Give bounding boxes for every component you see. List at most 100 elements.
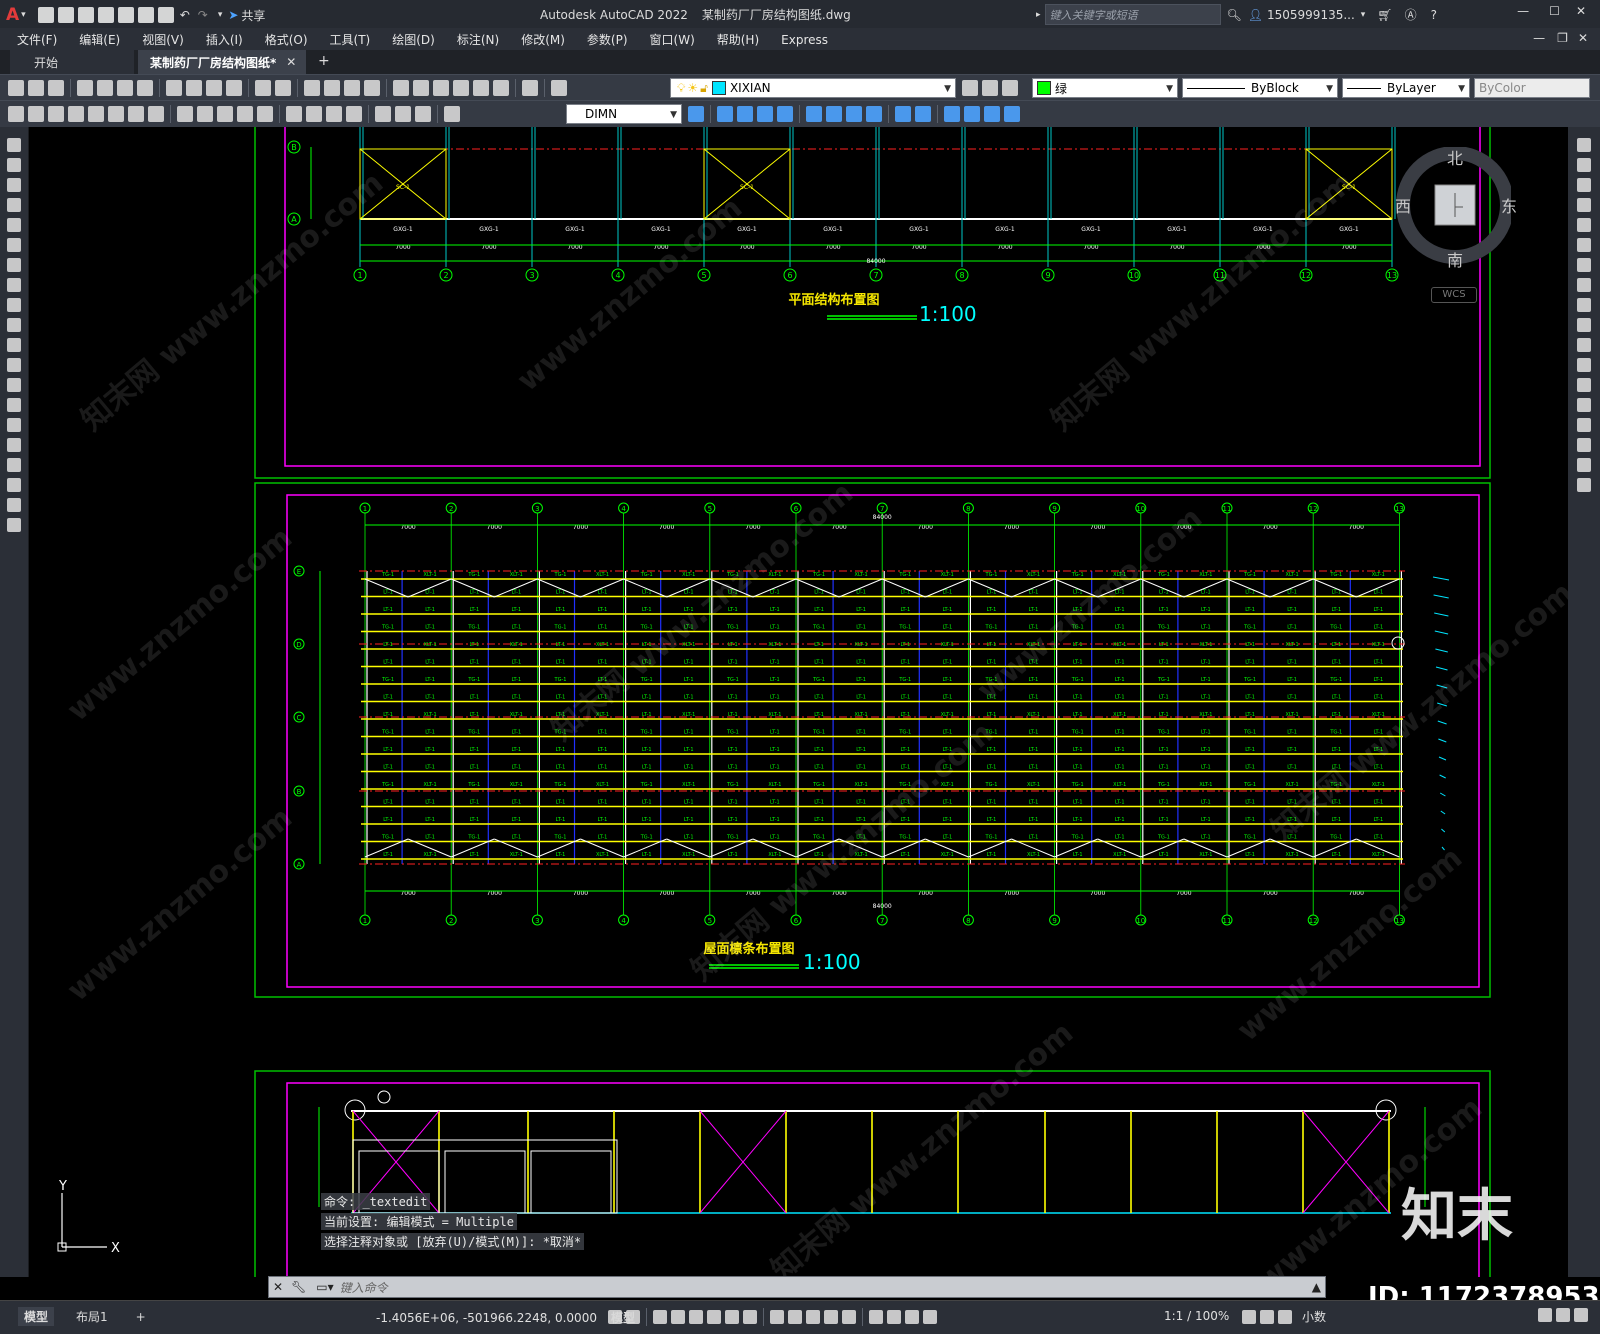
drawing-canvas[interactable]: 1 2 3 4 5 6 7 8 9 10 11 12 13 SC-1 SC-1 SC-1 GXG-1 7000 GX… [29,127,1568,1277]
stretch-icon[interactable] [1577,298,1591,312]
make-layer-current-icon[interactable] [962,80,978,96]
viewcube-south[interactable]: 南 [1447,247,1463,271]
auto-scale-icon[interactable] [923,1310,937,1324]
extend-icon[interactable] [1577,338,1591,352]
markup-icon[interactable] [473,80,489,96]
menu-item-6[interactable]: 绘图(D) [392,31,435,48]
save-as-icon[interactable] [97,7,114,23]
rotate-icon[interactable] [1577,258,1591,272]
viewcube[interactable]: 北 南 西 东 WCS [1391,146,1517,303]
polygon-icon[interactable] [7,198,21,212]
menu-item-12[interactable]: Express [781,33,828,47]
design-center-icon[interactable] [413,80,429,96]
sheet-set-icon[interactable] [453,80,469,96]
search-icon[interactable]: 🔍︎ [1227,8,1242,22]
copy-obj-icon[interactable] [1577,158,1591,172]
doc-restore-icon[interactable]: ❐ [1557,31,1568,45]
menu-item-11[interactable]: 帮助(H) [717,31,759,48]
doc-minimize-icon[interactable]: — [1533,31,1545,45]
maximize-icon[interactable]: ☐ [1549,4,1560,18]
circle-icon[interactable] [7,258,21,272]
quick-properties-icon[interactable] [1538,1308,1552,1322]
dim-linear-icon[interactable] [8,106,24,122]
command-input[interactable]: 键入命令 [340,1278,1312,1296]
clip-icon[interactable] [1004,106,1020,122]
menu-item-5[interactable]: 工具(T) [330,31,371,48]
blend-icon[interactable] [1577,458,1591,472]
menu-item-4[interactable]: 格式(O) [265,31,308,48]
quickcalc-icon[interactable] [493,80,509,96]
minimize-icon[interactable]: — [1517,4,1529,18]
save-icon[interactable] [48,80,64,96]
xline-icon[interactable] [7,158,21,172]
selection-filter-icon[interactable] [869,1310,883,1324]
make-block-icon[interactable] [737,106,753,122]
dim-aligned-icon[interactable] [28,106,44,122]
gradient-icon[interactable] [826,106,842,122]
break-at-point-icon[interactable] [1577,358,1591,372]
qat-more-icon[interactable]: ▾ [218,10,223,20]
menu-item-9[interactable]: 参数(P) [587,31,628,48]
open-icon[interactable] [57,7,74,23]
offset-icon[interactable] [1577,198,1591,212]
xref-icon[interactable] [944,106,960,122]
point-icon[interactable] [7,398,21,412]
new-icon[interactable] [37,7,54,23]
gradient-icon[interactable] [7,438,21,452]
save-icon[interactable] [77,7,94,23]
image-icon[interactable] [964,106,980,122]
menu-item-3[interactable]: 插入(I) [206,31,243,48]
app-logo-icon[interactable]: A [6,5,19,25]
app-menu-chevron-icon[interactable]: ▾ [21,10,26,20]
dyn-ucs-icon[interactable] [842,1310,856,1324]
layer-previous-icon[interactable] [982,80,998,96]
mtext-icon[interactable] [7,498,21,512]
zoom-realtime-icon[interactable] [324,80,340,96]
paste-icon[interactable] [206,80,222,96]
gizmo-icon[interactable] [887,1310,901,1324]
dim-space-icon[interactable] [237,106,253,122]
tolerance-icon[interactable] [286,106,302,122]
dim-baseline-icon[interactable] [197,106,213,122]
properties-icon[interactable] [393,80,409,96]
user-icon[interactable]: 👤︎ [1248,8,1263,22]
dim-continue-icon[interactable] [217,106,233,122]
customize-menu-icon[interactable] [1574,1308,1588,1322]
selection-cycling-icon[interactable] [806,1310,820,1324]
units-icon[interactable] [1278,1309,1292,1324]
break-icon[interactable] [1577,378,1591,392]
pan-icon[interactable] [304,80,320,96]
dimstyle-dropdown[interactable]: DIMN ▼ [566,104,682,124]
layer-dropdown[interactable]: 💡︎ ☀ 🔓︎ XIXIAN ▼ [670,78,956,98]
layer-match-icon[interactable] [1002,80,1018,96]
insert-block-icon[interactable] [717,106,733,122]
3d-osnap-icon[interactable] [824,1310,838,1324]
user-name[interactable]: 1505999135... [1267,8,1355,22]
cart-icon[interactable]: 🛒︎ [1377,8,1392,22]
inspect-icon[interactable] [326,106,342,122]
command-customize-icon[interactable]: 🔧︎ [291,1280,306,1294]
annotation-visibility-icon[interactable] [905,1310,919,1324]
linetype-dropdown[interactable]: ByBlock ▼ [1182,78,1338,98]
rectangle-icon[interactable] [7,218,21,232]
dim-diameter-icon[interactable] [128,106,144,122]
explode-icon[interactable] [1577,478,1591,492]
ellipse-arc-icon[interactable] [7,338,21,352]
search-input[interactable]: 键入关键字或短语 [1044,4,1221,25]
undo-icon[interactable]: ↶ [180,8,190,22]
share-icon[interactable]: ➤ [228,8,238,22]
table-icon[interactable] [895,106,911,122]
plot-icon[interactable] [77,80,93,96]
workspace-gear-icon[interactable] [1242,1309,1256,1324]
polyline-icon[interactable] [7,178,21,192]
dim-arc-icon[interactable] [48,106,64,122]
menu-item-7[interactable]: 标注(N) [457,31,499,48]
jogged-linear-icon[interactable] [346,106,362,122]
boundary-icon[interactable] [846,106,862,122]
polar-icon[interactable] [689,1310,703,1324]
units-display[interactable]: 小数 [1302,1308,1326,1325]
save-web-icon[interactable] [137,7,154,23]
tab-close-icon[interactable]: ✕ [286,55,296,69]
line-icon[interactable] [7,138,21,152]
preview-icon[interactable] [97,80,113,96]
